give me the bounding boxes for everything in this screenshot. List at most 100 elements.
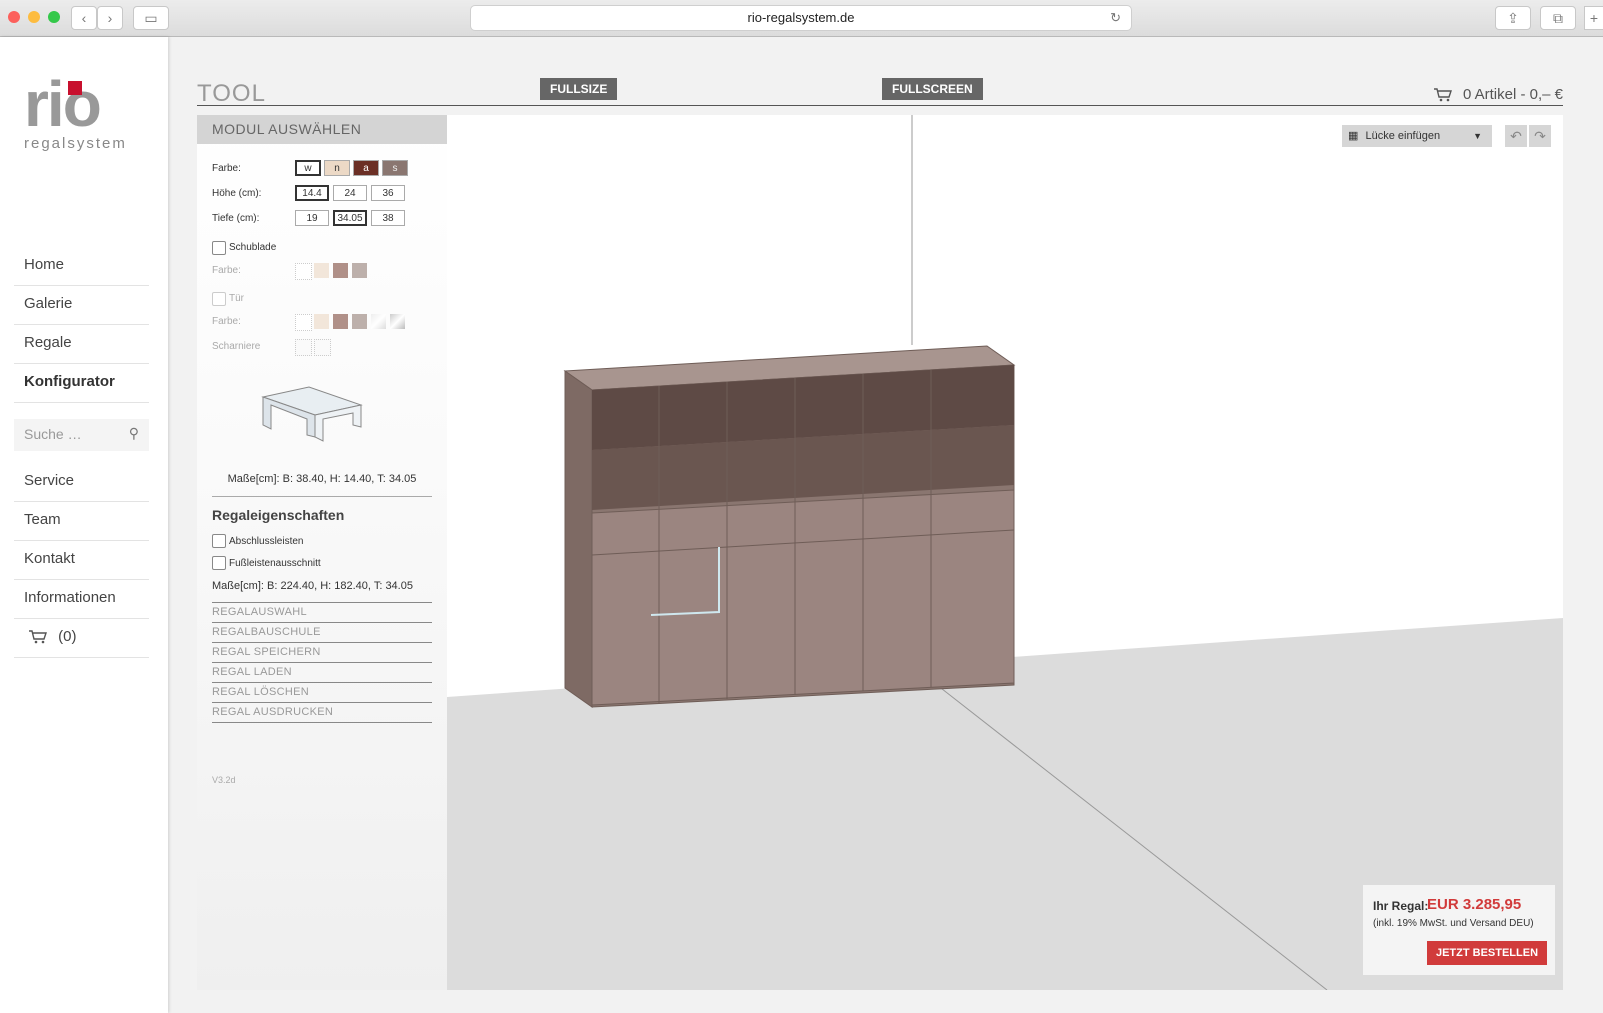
nav-item-regale[interactable]: Regale bbox=[14, 325, 149, 364]
header-divider bbox=[197, 105, 1563, 106]
minimize-window-icon[interactable] bbox=[28, 11, 40, 23]
drawer-color-white bbox=[295, 263, 312, 280]
cart-count: (0) bbox=[58, 628, 77, 645]
drawer-farbe-label: Farbe: bbox=[212, 265, 241, 276]
nav-item-home[interactable]: Home bbox=[14, 247, 149, 286]
sidebar-toggle-icon[interactable]: ▭ bbox=[133, 6, 169, 30]
link-regal-laden[interactable]: REGAL LADEN bbox=[212, 663, 432, 683]
color-option-n[interactable]: n bbox=[324, 160, 350, 176]
link-regalauswahl[interactable]: REGALAUSWAHL bbox=[212, 603, 432, 623]
color-option-s[interactable]: s bbox=[382, 160, 408, 176]
header-cart-text: 0 Artikel - 0,– € bbox=[1462, 86, 1563, 103]
forward-icon[interactable]: › bbox=[97, 6, 123, 30]
door-color-glass-dark bbox=[390, 314, 405, 329]
drawer-color-grey bbox=[352, 263, 367, 278]
depth-option-38[interactable]: 38 bbox=[371, 210, 405, 226]
color-option-w[interactable]: w bbox=[295, 160, 321, 176]
height-option-24[interactable]: 24 bbox=[333, 185, 367, 201]
cart-icon bbox=[1433, 88, 1452, 102]
nav-item-kontakt[interactable]: Kontakt bbox=[14, 541, 149, 580]
fussleiste-checkbox[interactable] bbox=[212, 556, 226, 570]
schublade-checkbox[interactable] bbox=[212, 241, 226, 255]
nav-item-service[interactable]: Service bbox=[14, 463, 149, 502]
abschlussleisten-checkbox[interactable] bbox=[212, 534, 226, 548]
order-button[interactable]: JETZT BESTELLEN bbox=[1427, 941, 1547, 965]
price-value: EUR 3.285,95 bbox=[1427, 896, 1522, 913]
logo[interactable]: rio regalsystem bbox=[24, 72, 136, 152]
panel-divider bbox=[212, 496, 432, 497]
nav-item-informationen[interactable]: Informationen bbox=[14, 580, 149, 619]
hinge-right-icon bbox=[314, 339, 331, 356]
drawer-color-dark bbox=[333, 263, 348, 278]
panel-title: MODUL AUSWÄHLEN bbox=[197, 115, 447, 144]
door-color-dark bbox=[333, 314, 348, 329]
abschlussleisten-label: Abschlussleisten bbox=[229, 536, 304, 547]
door-color-white bbox=[295, 314, 312, 331]
link-regal-ausdrucken[interactable]: REGAL AUSDRUCKEN bbox=[212, 703, 432, 723]
nav-item-galerie[interactable]: Galerie bbox=[14, 286, 149, 325]
color-option-a[interactable]: a bbox=[353, 160, 379, 176]
drawer-color-natural bbox=[314, 263, 329, 278]
tabs-icon[interactable]: ⧉ bbox=[1540, 6, 1576, 30]
new-tab-icon[interactable]: + bbox=[1584, 6, 1603, 30]
nav-item-team[interactable]: Team bbox=[14, 502, 149, 541]
search-input[interactable]: Suche … ⚲ bbox=[14, 419, 149, 451]
back-icon[interactable]: ‹ bbox=[71, 6, 97, 30]
door-farbe-label: Farbe: bbox=[212, 316, 241, 327]
price-note: (inkl. 19% MwSt. und Versand DEU) bbox=[1373, 918, 1534, 929]
search-icon[interactable]: ⚲ bbox=[129, 425, 139, 442]
hoehe-label: Höhe (cm): bbox=[212, 188, 262, 199]
undo-icon[interactable]: ↶ bbox=[1505, 125, 1527, 147]
height-option-36[interactable]: 36 bbox=[371, 185, 405, 201]
grid-icon: ▦ bbox=[1348, 130, 1359, 142]
logo-subtitle: regalsystem bbox=[24, 135, 127, 152]
module-panel: MODUL AUSWÄHLEN Farbe: w n a s Höhe (cm)… bbox=[197, 115, 447, 990]
configurator-viewport[interactable]: ▦ Lücke einfügen ▼ ↶ ↷ Ihr Regal: EUR 3.… bbox=[447, 115, 1563, 990]
header-cart[interactable]: 0 Artikel - 0,– € bbox=[1433, 86, 1563, 103]
redo-icon[interactable]: ↷ bbox=[1529, 125, 1551, 147]
browser-toolbar: ‹ › ▭ rio-regalsystem.de ↻ ⇪ ⧉ + bbox=[0, 0, 1603, 37]
shelf-3d-scene[interactable] bbox=[447, 115, 1563, 990]
url-bar[interactable]: rio-regalsystem.de ↻ bbox=[470, 5, 1132, 31]
secondary-nav: Service Team Kontakt Informationen (0) bbox=[14, 463, 149, 658]
tiefe-label: Tiefe (cm): bbox=[212, 213, 260, 224]
reload-icon[interactable]: ↻ bbox=[1110, 6, 1121, 30]
close-window-icon[interactable] bbox=[8, 11, 20, 23]
hinge-left-icon bbox=[295, 339, 312, 356]
depth-option-34-05[interactable]: 34.05 bbox=[333, 210, 367, 226]
logo-red-square bbox=[68, 81, 82, 95]
scharniere-label: Scharniere bbox=[212, 341, 261, 352]
share-icon[interactable]: ⇪ bbox=[1495, 6, 1531, 30]
link-regal-speichern[interactable]: REGAL SPEICHERN bbox=[212, 643, 432, 663]
link-regal-loeschen[interactable]: REGAL LÖSCHEN bbox=[212, 683, 432, 703]
door-color-grey bbox=[352, 314, 367, 329]
url-text: rio-regalsystem.de bbox=[747, 10, 855, 25]
tool-select[interactable]: ▦ Lücke einfügen ▼ bbox=[1342, 125, 1492, 147]
nav-item-cart[interactable]: (0) bbox=[14, 619, 149, 658]
shelf-doors bbox=[591, 489, 1015, 706]
farbe-label: Farbe: bbox=[212, 163, 241, 174]
main-nav: Home Galerie Regale Konfigurator bbox=[14, 247, 149, 403]
module-preview-image bbox=[261, 386, 363, 442]
site-sidebar: rio regalsystem Home Galerie Regale Konf… bbox=[0, 37, 168, 1013]
door-color-glass bbox=[371, 314, 386, 329]
shelf-properties-title: Regaleigenschaften bbox=[212, 507, 345, 523]
tuer-checkbox bbox=[212, 292, 226, 306]
cart-icon bbox=[29, 630, 47, 644]
link-regalbauschule[interactable]: REGALBAUSCHULE bbox=[212, 623, 432, 643]
price-box: Ihr Regal: EUR 3.285,95 (inkl. 19% MwSt.… bbox=[1363, 885, 1555, 975]
depth-option-19[interactable]: 19 bbox=[295, 210, 329, 226]
tool-select-value: Lücke einfügen bbox=[1365, 130, 1441, 142]
version-label: V3.2d bbox=[212, 775, 236, 785]
page-title: TOOL bbox=[197, 80, 266, 107]
shelf-dimensions: Maße[cm]: B: 224.40, H: 182.40, T: 34.05 bbox=[212, 580, 413, 592]
tuer-label: Tür bbox=[229, 293, 244, 304]
fullsize-button[interactable]: FULLSIZE bbox=[540, 78, 618, 100]
fullscreen-button[interactable]: FULLSCREEN bbox=[882, 78, 983, 100]
maximize-window-icon[interactable] bbox=[48, 11, 60, 23]
price-label: Ihr Regal: bbox=[1373, 899, 1429, 913]
search-placeholder: Suche … bbox=[24, 426, 82, 442]
height-option-14-4[interactable]: 14.4 bbox=[295, 185, 329, 201]
module-dimensions: Maße[cm]: B: 38.40, H: 14.40, T: 34.05 bbox=[227, 473, 417, 485]
nav-item-konfigurator[interactable]: Konfigurator bbox=[14, 364, 149, 403]
